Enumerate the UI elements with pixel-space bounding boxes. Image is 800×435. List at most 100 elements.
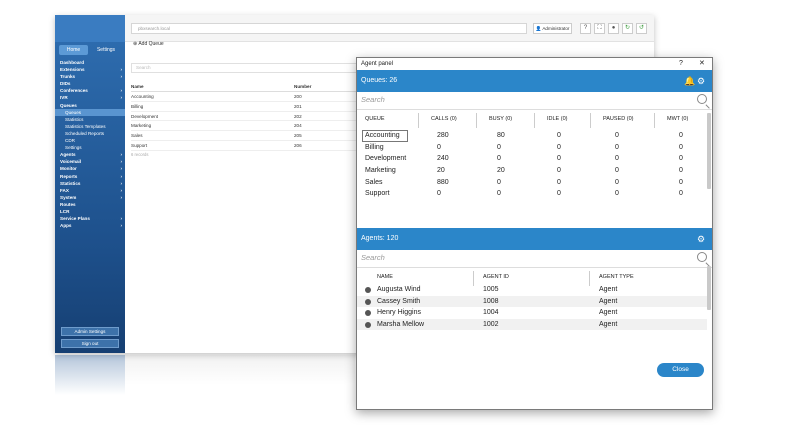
table-row[interactable]: Billing 201 [131, 102, 357, 112]
table-row[interactable]: Accounting 200 [131, 92, 357, 102]
agent-search[interactable]: Search [357, 250, 712, 268]
column-divider[interactable] [654, 113, 655, 128]
sidebar-item[interactable]: Queues [55, 102, 125, 109]
column-divider[interactable] [476, 113, 477, 128]
bell-icon[interactable]: 🔔 [684, 70, 695, 92]
queue-row[interactable]: Accounting 280 80 0 0 0 [357, 130, 712, 142]
sidebar-item[interactable]: Settings [55, 144, 125, 151]
queue-row[interactable]: Support 0 0 0 0 0 [357, 188, 712, 200]
close-button[interactable]: Close [657, 363, 704, 377]
add-queue-button[interactable]: ⊕ Add Queue [133, 41, 164, 47]
agent-col-header[interactable]: NAME [377, 274, 393, 280]
admin-search-input[interactable]: Search [131, 63, 357, 73]
chevron-right-icon: › [120, 166, 122, 172]
sidebar-item[interactable]: Reports › [55, 173, 125, 180]
sidebar-item[interactable]: Service Plans › [55, 215, 125, 222]
queue-cell: 0 [679, 143, 683, 151]
sidebar-item[interactable]: Voicemail › [55, 158, 125, 165]
sidebar-item[interactable]: Scheduled Reports [55, 130, 125, 137]
help-button[interactable]: ? [679, 58, 683, 70]
sidebar-item[interactable]: DIDs [55, 80, 125, 87]
sidebar-item[interactable]: IVR › [55, 94, 125, 101]
queue-cell: 0 [557, 143, 561, 151]
queue-cell: 0 [557, 190, 561, 198]
gear-icon[interactable]: ⚙ [697, 70, 705, 92]
queue-row[interactable]: Development 240 0 0 0 0 [357, 153, 712, 165]
queue-scrollbar[interactable] [707, 113, 711, 189]
sidebar-item[interactable]: Statistics › [55, 180, 125, 187]
queue-cell: 0 [557, 155, 561, 163]
url-field[interactable]: pbxsearch.local [131, 23, 527, 34]
agent-col-header[interactable]: AGENT TYPE [599, 274, 634, 280]
sidebar-item[interactable]: Statistics Templates [55, 123, 125, 130]
sidebar-item[interactable]: Monitor › [55, 165, 125, 172]
reload-icon[interactable]: ↺ [636, 23, 647, 34]
sidebar-item-label: Apps [60, 223, 72, 229]
sidebar-item[interactable]: FAX › [55, 187, 125, 194]
agent-row[interactable]: Augusta Wind 1005 Agent [357, 284, 707, 296]
table-row[interactable]: Marketing 204 [131, 121, 357, 132]
sidebar-item-label: Dashboard [60, 60, 84, 65]
sidebar-item[interactable]: Extensions › [55, 66, 125, 73]
queue-col-header[interactable]: BUSY (0) [489, 116, 512, 122]
globe-icon[interactable]: ● [608, 23, 619, 34]
queue-col-header[interactable]: IDLE (0) [547, 116, 567, 122]
tab-settings[interactable]: Settings [91, 45, 121, 55]
agent-row[interactable]: Henry Higgins 1004 Agent [357, 307, 707, 319]
sidebar-item[interactable]: LCR [55, 208, 125, 215]
queue-cell: 0 [615, 190, 619, 198]
agent-search-icon[interactable] [697, 252, 707, 262]
queue-row[interactable]: Billing 0 0 0 0 0 [357, 142, 712, 154]
help-icon[interactable]: ? [580, 23, 591, 34]
admin-settings-button[interactable]: Admin Settings [61, 327, 119, 336]
agent-col-header[interactable]: AGENT ID [483, 274, 509, 280]
close-x-button[interactable]: ✕ [699, 58, 705, 70]
agent-row[interactable]: Cassey Smith 1008 Agent [357, 295, 707, 307]
queue-search-input[interactable]: Search [361, 95, 385, 104]
agents-gear-icon[interactable]: ⚙ [697, 228, 705, 250]
queue-col-header[interactable]: QUEUE [365, 116, 385, 122]
sign-out-button[interactable]: Sign out [61, 339, 119, 348]
queue-col-header[interactable]: CALLS (0) [431, 116, 457, 122]
search-icon[interactable] [697, 94, 707, 104]
sidebar-item[interactable]: Apps › [55, 222, 125, 229]
agent-scrollbar[interactable] [707, 266, 711, 310]
table-row[interactable]: Development 202 [131, 112, 357, 122]
sidebar-item[interactable]: System › [55, 194, 125, 201]
sidebar-item[interactable]: Routes [55, 201, 125, 208]
administrator-button[interactable]: 👤 Administrator [533, 23, 572, 34]
sidebar-item[interactable]: CDR [55, 137, 125, 144]
table-row[interactable]: Sales 205 [131, 131, 357, 141]
sidebar-item[interactable]: Dashboard [55, 59, 125, 66]
queue-col-header[interactable]: PAUSED (0) [603, 116, 633, 122]
queue-search[interactable]: Search [357, 92, 712, 110]
tab-home[interactable]: Home [59, 45, 88, 55]
sidebar-item[interactable]: Trunks › [55, 73, 125, 80]
sidebar-item-label: Trunks [60, 74, 76, 80]
screenshot-stage: Home Settings Dashboard Extensions › Trunks… [0, 0, 800, 435]
sidebar-item[interactable]: Statistics [55, 116, 125, 123]
sidebar-header [55, 15, 125, 42]
queue-col-header[interactable]: MWT (0) [667, 116, 688, 122]
column-divider[interactable] [534, 113, 535, 128]
fullscreen-icon[interactable]: ⛶ [594, 23, 605, 34]
agent-search-input[interactable]: Search [361, 253, 385, 262]
chevron-right-icon: › [120, 173, 122, 179]
col-number[interactable]: Number [294, 84, 311, 89]
column-divider[interactable] [418, 113, 419, 128]
col-name[interactable]: Name [131, 84, 144, 89]
sidebar-item[interactable]: Conferences › [55, 87, 125, 94]
agent-row[interactable]: Marsha Mellow 1002 Agent [357, 318, 707, 330]
agent-id: 1004 [483, 309, 499, 316]
queues-table: Name Number Accounting 200 Billing 201 Devel… [131, 84, 357, 159]
chevron-right-icon: › [120, 74, 122, 80]
queue-row[interactable]: Sales 880 0 0 0 0 [357, 177, 712, 189]
queue-row[interactable]: Marketing 20 20 0 0 0 [357, 165, 712, 177]
column-divider[interactable] [590, 113, 591, 128]
table-row[interactable]: Support 206 [131, 141, 357, 151]
sidebar-item[interactable]: Agents › [55, 151, 125, 158]
refresh-icon[interactable]: ↻ [622, 23, 633, 34]
panel-titlebar: Agent panel ? ✕ [357, 58, 712, 70]
user-icon: 👤 [535, 26, 542, 31]
sidebar-item[interactable]: Queues [55, 108, 125, 116]
